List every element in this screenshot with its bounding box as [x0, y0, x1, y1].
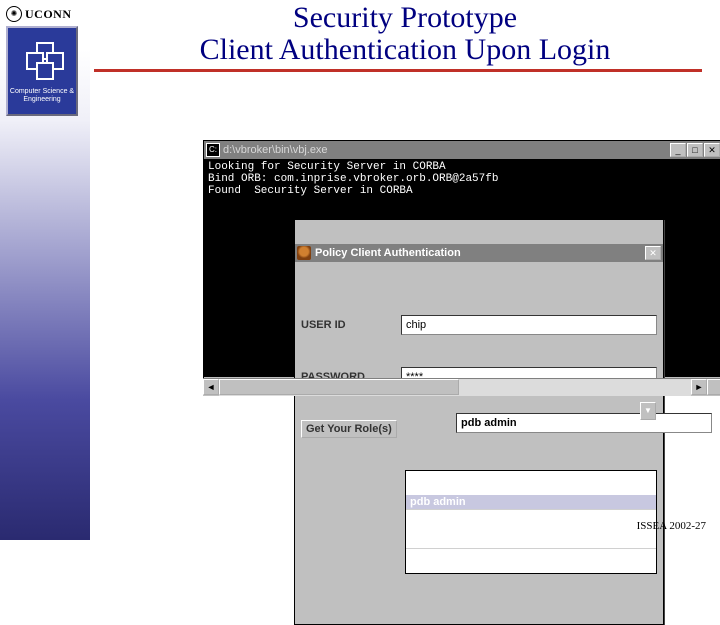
dialog-titlebar[interactable]: Policy Client Authentication ✕: [295, 244, 663, 262]
slide: ✺ UCONN Computer Science & Engineering S…: [0, 0, 720, 540]
user-id-input[interactable]: [401, 315, 657, 335]
console-line: Found Security Server in CORBA: [208, 185, 413, 197]
console-body: Looking for Security Server in CORBA Bin…: [204, 159, 720, 377]
close-button[interactable]: ✕: [704, 143, 720, 157]
uconn-label: UCONN: [25, 7, 72, 22]
list-item[interactable]: udb admin: [406, 534, 656, 549]
user-id-label: USER ID: [301, 319, 401, 331]
role-dropdown-list: pdb admin udb admin: [405, 470, 657, 574]
scroll-right-button[interactable]: ►: [691, 379, 707, 395]
java-cup-icon: [297, 246, 311, 260]
msdos-icon: C:: [206, 143, 220, 157]
console-line: Bind ORB: com.inprise.vbroker.orb.ORB@2a…: [208, 173, 498, 185]
screenshot-region: C: d:\vbroker\bin\vbj.exe _ □ ✕ Looking …: [203, 140, 720, 396]
main-area: Security Prototype Client Authentication…: [90, 0, 720, 540]
role-combo[interactable]: [456, 413, 712, 433]
list-item[interactable]: pdb admin: [406, 495, 656, 510]
console-titlebar[interactable]: C: d:\vbroker\bin\vbj.exe _ □ ✕: [204, 141, 720, 159]
dialog-body: USER ID PASSWORD Get Your Role(s): [295, 286, 663, 600]
scroll-track[interactable]: [219, 379, 691, 396]
dept-label: Computer Science & Engineering: [8, 88, 76, 103]
left-sidebar: ✺ UCONN Computer Science & Engineering: [0, 0, 90, 540]
scroll-corner: [707, 379, 720, 395]
scroll-thumb[interactable]: [219, 379, 459, 395]
chevron-down-icon[interactable]: ▼: [640, 402, 656, 420]
uconn-seal-icon: ✺: [6, 6, 22, 22]
console-line: Looking for Security Server in CORBA: [208, 161, 446, 173]
uconn-badge: ✺ UCONN: [6, 6, 72, 22]
get-roles-button[interactable]: Get Your Role(s): [301, 420, 397, 438]
title-line-1: Security Prototype: [90, 2, 720, 34]
slide-footer: ISSEA 2002-27: [637, 520, 706, 532]
title-line-2: Client Authentication Upon Login: [90, 34, 720, 66]
title-rule: [94, 69, 702, 72]
minimize-button[interactable]: _: [670, 143, 686, 157]
slide-title: Security Prototype Client Authentication…: [90, 0, 720, 72]
scroll-left-button[interactable]: ◄: [203, 379, 219, 395]
dialog-title: Policy Client Authentication: [315, 247, 645, 259]
dialog-close-button[interactable]: ✕: [645, 246, 661, 260]
console-window: C: d:\vbroker\bin\vbj.exe _ □ ✕ Looking …: [203, 140, 720, 396]
horizontal-scrollbar[interactable]: ◄ ►: [203, 378, 720, 396]
dept-logo: Computer Science & Engineering: [6, 26, 78, 116]
maximize-button[interactable]: □: [687, 143, 703, 157]
auth-dialog: Policy Client Authentication ✕ USER ID P…: [294, 219, 664, 625]
console-title: d:\vbroker\bin\vbj.exe: [223, 144, 670, 156]
cubes-icon: [22, 42, 62, 82]
